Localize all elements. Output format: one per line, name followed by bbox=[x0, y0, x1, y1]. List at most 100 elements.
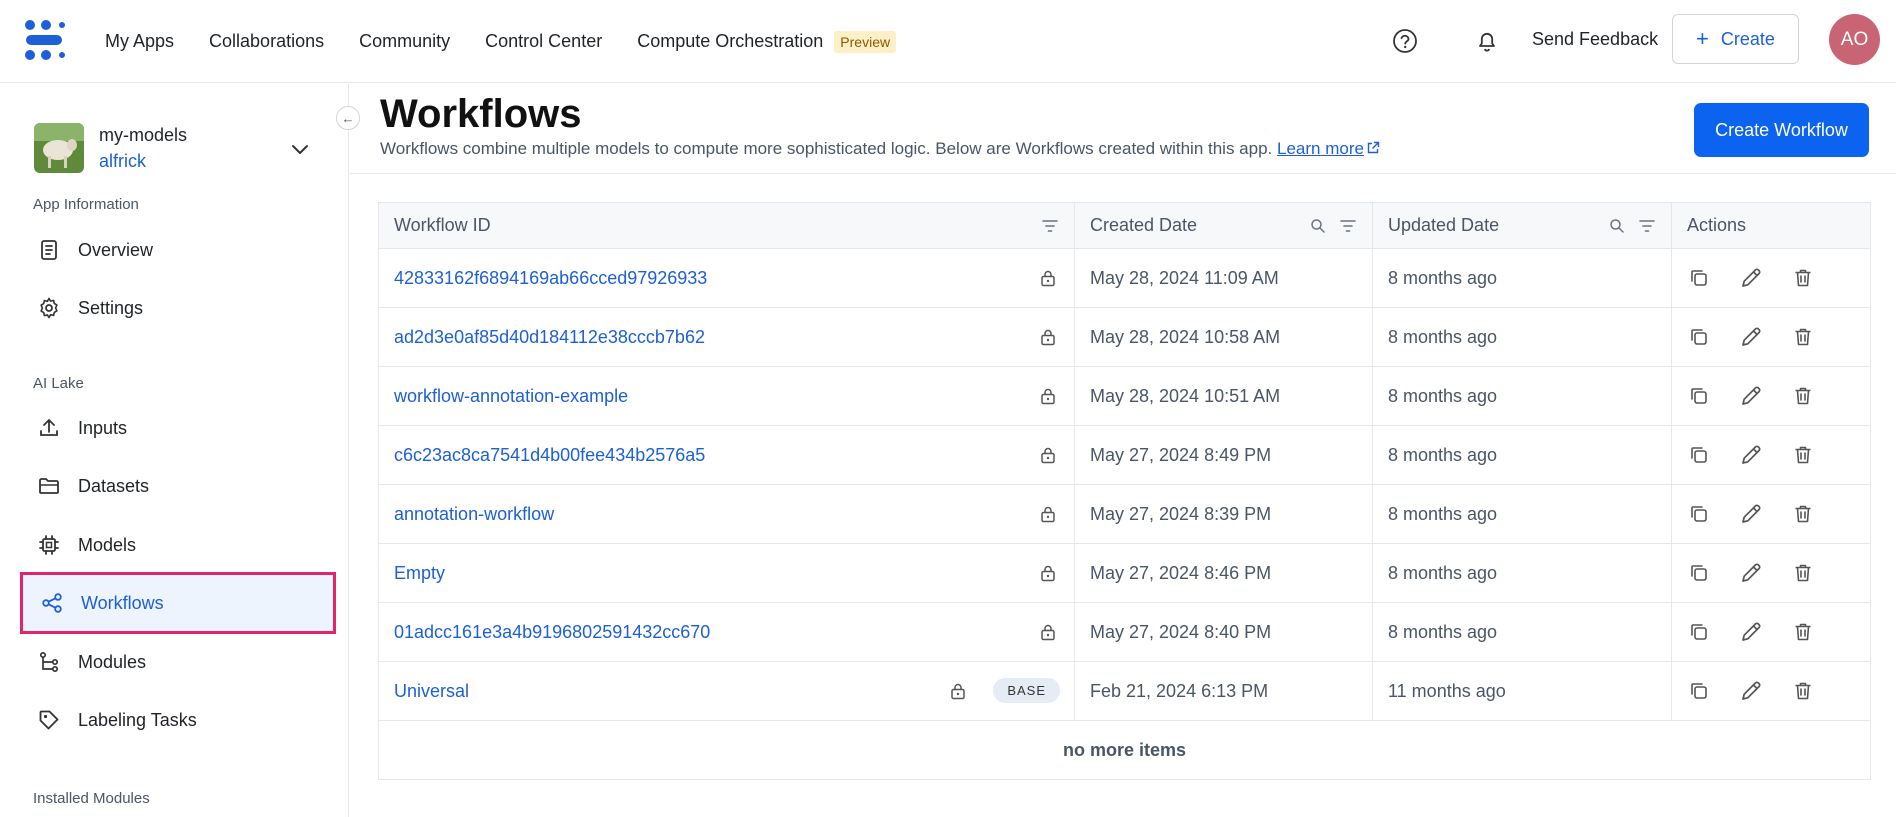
filter-icon[interactable] bbox=[1338, 216, 1358, 236]
edit-icon[interactable] bbox=[1738, 678, 1764, 704]
cell-actions bbox=[1672, 603, 1870, 661]
sidebar-item-settings[interactable]: Settings bbox=[20, 279, 336, 337]
trash-icon[interactable] bbox=[1790, 619, 1816, 645]
cell-workflow-id: annotation-workflow bbox=[379, 485, 1075, 543]
sidebar-item-overview[interactable]: Overview bbox=[20, 221, 336, 279]
column-label: Updated Date bbox=[1388, 215, 1500, 235]
workflow-id-link[interactable]: 01adcc161e3a4b9196802591432cc670 bbox=[394, 622, 710, 643]
nav-my-apps[interactable]: My Apps bbox=[105, 31, 174, 52]
cell-updated-date: 11 months ago bbox=[1373, 662, 1672, 720]
preview-badge: Preview bbox=[834, 30, 897, 53]
cell-workflow-id: ad2d3e0af85d40d184112e38cccb7b62 bbox=[379, 308, 1075, 366]
sidebar-item-labeling-tasks[interactable]: Labeling Tasks bbox=[20, 691, 336, 749]
trash-icon[interactable] bbox=[1790, 265, 1816, 291]
copy-icon[interactable] bbox=[1686, 383, 1712, 409]
trash-icon[interactable] bbox=[1790, 324, 1816, 350]
edit-icon[interactable] bbox=[1738, 560, 1764, 586]
filter-icon[interactable] bbox=[1040, 216, 1060, 236]
table-body: 42833162f6894169ab66cced97926933 May 28, … bbox=[379, 249, 1870, 721]
workflow-id-link[interactable]: workflow-annotation-example bbox=[394, 386, 628, 407]
cell-actions bbox=[1672, 544, 1870, 602]
search-icon[interactable] bbox=[1607, 216, 1627, 236]
edit-icon[interactable] bbox=[1738, 324, 1764, 350]
edit-icon[interactable] bbox=[1738, 442, 1764, 468]
app-thumbnail bbox=[34, 123, 84, 173]
sidebar-item-datasets[interactable]: Datasets bbox=[20, 457, 336, 515]
help-icon[interactable] bbox=[1390, 26, 1420, 56]
cell-updated-date: 8 months ago bbox=[1373, 367, 1672, 425]
lock-icon bbox=[1038, 622, 1058, 642]
create-button[interactable]: + Create bbox=[1672, 14, 1799, 64]
trash-icon[interactable] bbox=[1790, 560, 1816, 586]
collapse-sidebar-icon[interactable]: ← bbox=[336, 106, 360, 130]
cell-workflow-id: workflow-annotation-example bbox=[379, 367, 1075, 425]
nav-collaborations[interactable]: Collaborations bbox=[209, 31, 324, 52]
divider bbox=[350, 173, 1896, 174]
bell-icon[interactable] bbox=[1472, 26, 1502, 56]
copy-icon[interactable] bbox=[1686, 678, 1712, 704]
trash-icon[interactable] bbox=[1790, 501, 1816, 527]
trash-icon[interactable] bbox=[1790, 383, 1816, 409]
external-link-icon bbox=[1367, 141, 1380, 154]
chevron-down-icon[interactable] bbox=[289, 138, 311, 160]
edit-icon[interactable] bbox=[1738, 265, 1764, 291]
workflows-table: Workflow ID Created Date Updated Date Ac… bbox=[378, 202, 1871, 780]
cell-created-date: May 28, 2024 10:51 AM bbox=[1075, 367, 1373, 425]
nav-community[interactable]: Community bbox=[359, 31, 450, 52]
workflow-id-link[interactable]: annotation-workflow bbox=[394, 504, 554, 525]
learn-more-link[interactable]: Learn more bbox=[1277, 139, 1380, 158]
trash-icon[interactable] bbox=[1790, 678, 1816, 704]
copy-icon[interactable] bbox=[1686, 560, 1712, 586]
copy-icon[interactable] bbox=[1686, 501, 1712, 527]
sidebar-item-inputs[interactable]: Inputs bbox=[20, 399, 336, 457]
sidebar-item-workflows[interactable]: Workflows bbox=[20, 572, 336, 634]
cell-updated-date: 8 months ago bbox=[1373, 426, 1672, 484]
nav-compute-orchestration[interactable]: Compute Orchestration bbox=[637, 31, 823, 52]
nav-links: My Apps Collaborations Community Control… bbox=[105, 0, 897, 83]
table-row: workflow-annotation-example May 28, 2024 … bbox=[379, 367, 1870, 426]
filter-icon[interactable] bbox=[1637, 216, 1657, 236]
edit-icon[interactable] bbox=[1738, 383, 1764, 409]
copy-icon[interactable] bbox=[1686, 619, 1712, 645]
sidebar-item-label: Overview bbox=[78, 239, 154, 260]
trash-icon[interactable] bbox=[1790, 442, 1816, 468]
avatar[interactable]: AO bbox=[1829, 14, 1880, 65]
copy-icon[interactable] bbox=[1686, 324, 1712, 350]
cell-actions bbox=[1672, 308, 1870, 366]
send-feedback-link[interactable]: Send Feedback bbox=[1532, 29, 1658, 50]
cell-created-date: May 27, 2024 8:49 PM bbox=[1075, 426, 1373, 484]
table-header: Workflow ID Created Date Updated Date Ac… bbox=[379, 203, 1870, 249]
cell-workflow-id: c6c23ac8ca7541d4b00fee434b2576a5 bbox=[379, 426, 1075, 484]
workflow-id-link[interactable]: ad2d3e0af85d40d184112e38cccb7b62 bbox=[394, 327, 705, 348]
sidebar-item-modules[interactable]: Modules bbox=[20, 633, 336, 691]
tree-icon bbox=[36, 649, 62, 675]
sidebar-item-models[interactable]: Models bbox=[20, 516, 336, 574]
create-workflow-button[interactable]: Create Workflow bbox=[1694, 103, 1869, 157]
column-updated-date: Updated Date bbox=[1373, 203, 1672, 248]
cell-workflow-id: Universal BASE bbox=[379, 662, 1075, 720]
edit-icon[interactable] bbox=[1738, 619, 1764, 645]
table-row: Empty May 27, 2024 8:46 PM 8 months ago bbox=[379, 544, 1870, 603]
workflow-id-link[interactable]: Empty bbox=[394, 563, 445, 584]
top-nav: My Apps Collaborations Community Control… bbox=[0, 0, 1896, 83]
workflow-id-link[interactable]: 42833162f6894169ab66cced97926933 bbox=[394, 268, 707, 289]
copy-icon[interactable] bbox=[1686, 442, 1712, 468]
edit-icon[interactable] bbox=[1738, 501, 1764, 527]
workflow-id-link[interactable]: c6c23ac8ca7541d4b00fee434b2576a5 bbox=[394, 445, 705, 466]
share-icon bbox=[39, 590, 65, 616]
cell-workflow-id: Empty bbox=[379, 544, 1075, 602]
workflow-id-link[interactable]: Universal bbox=[394, 681, 469, 702]
clarifai-logo[interactable] bbox=[22, 19, 68, 61]
column-workflow-id: Workflow ID bbox=[379, 203, 1075, 248]
search-icon[interactable] bbox=[1308, 216, 1328, 236]
cell-created-date: Feb 21, 2024 6:13 PM bbox=[1075, 662, 1373, 720]
cell-actions bbox=[1672, 485, 1870, 543]
section-ai-lake: AI Lake bbox=[33, 375, 84, 392]
app-owner-link[interactable]: alfrick bbox=[99, 151, 146, 172]
create-label: Create bbox=[1720, 28, 1775, 49]
nav-control-center[interactable]: Control Center bbox=[485, 31, 602, 52]
app-name: my-models bbox=[99, 125, 188, 145]
copy-icon[interactable] bbox=[1686, 265, 1712, 291]
folder-icon bbox=[36, 473, 62, 499]
column-created-date: Created Date bbox=[1075, 203, 1373, 248]
